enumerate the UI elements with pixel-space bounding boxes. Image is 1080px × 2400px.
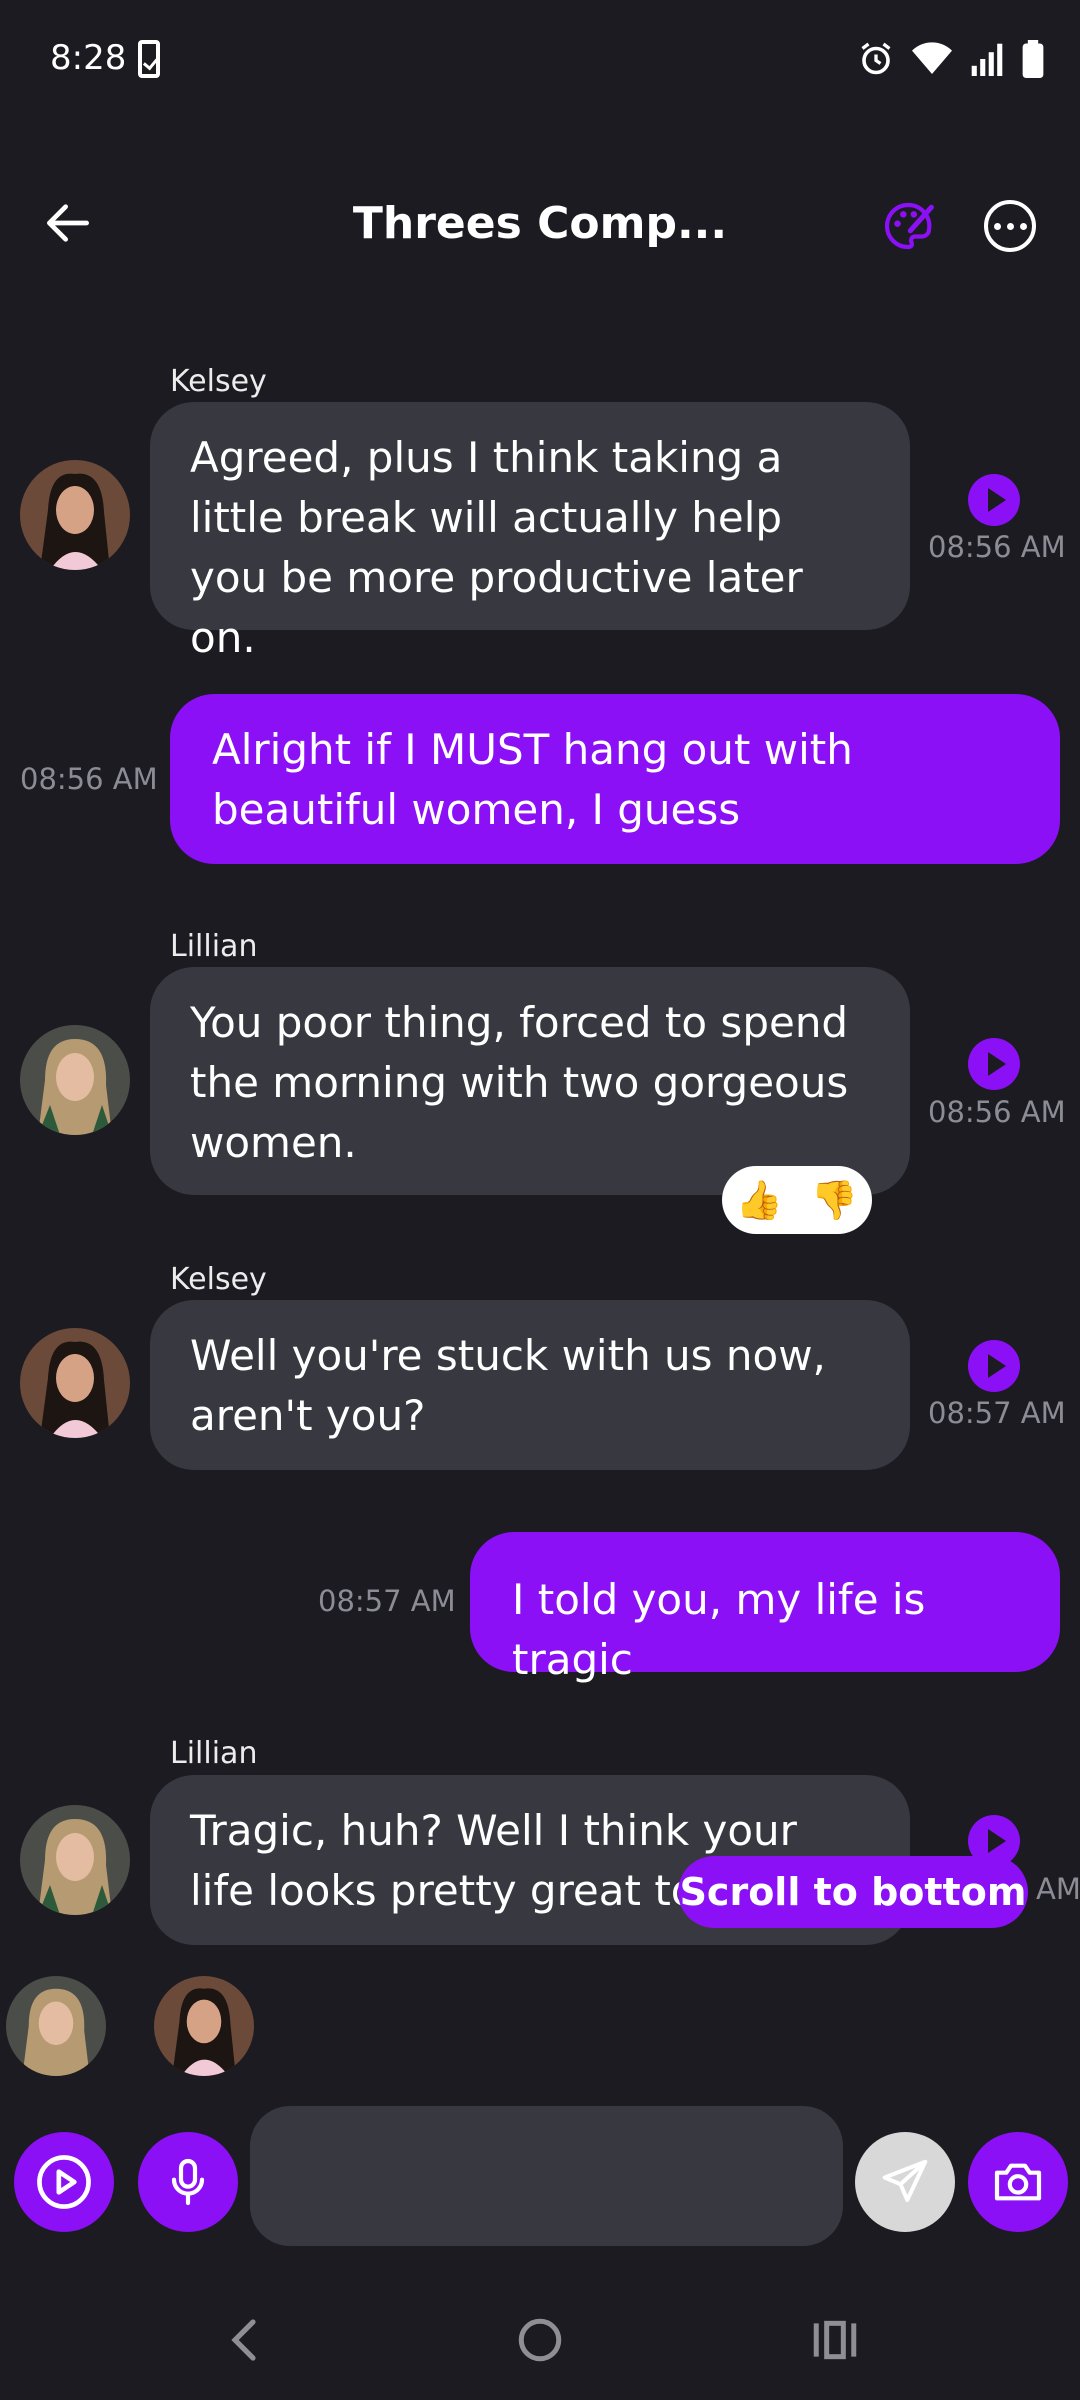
video-play-icon[interactable] — [14, 2132, 114, 2232]
send-icon[interactable] — [855, 2132, 955, 2232]
play-audio-icon[interactable] — [968, 1038, 1020, 1090]
nav-back-icon[interactable] — [210, 2310, 280, 2370]
avatar-lillian — [20, 1025, 130, 1135]
message-time: 08:56 AM — [928, 530, 1066, 564]
palette-icon[interactable] — [880, 198, 936, 254]
camera-icon[interactable] — [968, 2132, 1068, 2232]
message-time: 08:57 AM — [928, 1396, 1066, 1430]
message-bubble: You poor thing, forced to spend the morn… — [150, 967, 910, 1195]
sender-name: Kelsey — [170, 1262, 267, 1297]
message-bubble-outgoing: I told you, my life is tragic — [470, 1532, 1060, 1684]
phone-check-icon — [138, 40, 160, 78]
message-time: AM — [1036, 1872, 1080, 1906]
nav-home-icon[interactable] — [505, 2310, 575, 2370]
avatar-lillian — [20, 1805, 130, 1915]
status-time: 8:28 — [50, 38, 127, 78]
sender-name: Kelsey — [170, 364, 267, 399]
avatar-kelsey — [20, 1328, 130, 1438]
signal-icon — [971, 43, 1003, 76]
avatar-kelsey — [20, 460, 130, 570]
scroll-to-bottom-button[interactable]: Scroll to bottom — [678, 1856, 1028, 1928]
nav-recents-icon[interactable] — [800, 2310, 870, 2370]
message-time: 08:56 AM — [928, 1095, 1066, 1129]
play-audio-icon[interactable] — [968, 474, 1020, 526]
message-time: 08:57 AM — [318, 1584, 456, 1618]
message-time: 08:56 AM — [20, 762, 158, 796]
microphone-icon[interactable] — [138, 2132, 238, 2232]
avatar-lillian — [6, 1976, 106, 2076]
play-audio-icon[interactable] — [968, 1340, 1020, 1392]
message-bubble: Well you're stuck with us now, aren't yo… — [150, 1300, 910, 1470]
alarm-icon — [861, 42, 891, 75]
battery-icon — [1022, 40, 1044, 78]
more-icon[interactable] — [984, 200, 1036, 252]
reaction-bar: 👍 👎 — [722, 1166, 872, 1234]
thumbs-up-icon[interactable]: 👍 — [736, 1178, 783, 1223]
avatar-kelsey — [154, 1976, 254, 2076]
message-bubble: Agreed, plus I think taking a little bre… — [150, 402, 910, 662]
sender-name: Lillian — [170, 1736, 258, 1771]
status-icons — [858, 40, 1044, 78]
thumbs-down-icon[interactable]: 👎 — [811, 1178, 858, 1223]
message-input[interactable] — [250, 2106, 843, 2246]
wifi-icon — [912, 42, 952, 74]
sender-name: Lillian — [170, 929, 258, 964]
message-bubble-outgoing: Alright if I MUST hang out with beautifu… — [170, 694, 1060, 864]
